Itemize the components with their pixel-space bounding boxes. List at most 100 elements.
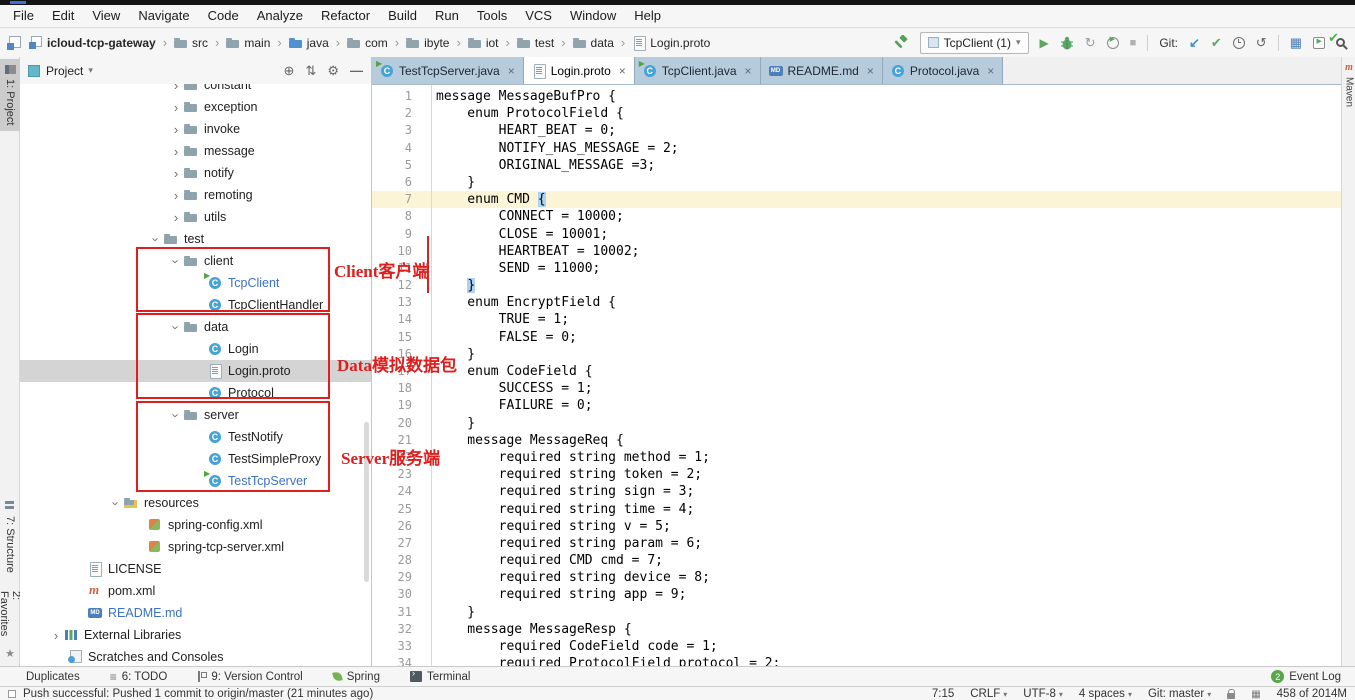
project-window-icon[interactable] [7, 36, 21, 50]
toolwindow-tab-structure[interactable]: 7: Structure [0, 495, 20, 579]
tree-item[interactable]: spring-tcp-server.xml [20, 536, 371, 558]
menu-item[interactable]: Refactor [312, 5, 379, 27]
code-line[interactable]: 17 enum CodeField { [372, 363, 1341, 380]
status-icon[interactable] [8, 690, 16, 698]
menu-item[interactable]: VCS [516, 5, 561, 27]
chevron-icon[interactable] [168, 84, 184, 93]
build-hammer-icon[interactable] [893, 35, 909, 51]
code-line[interactable]: 31 } [372, 604, 1341, 621]
breadcrumb-item[interactable]: Login.proto [614, 35, 710, 50]
chevron-icon[interactable] [168, 166, 184, 181]
breadcrumb-item[interactable]: java [270, 35, 328, 50]
code-line[interactable]: 3 HEART_BEAT = 0; [372, 122, 1341, 139]
code-line[interactable]: 32 message MessageResp { [372, 621, 1341, 638]
code-line[interactable]: 9 CLOSE = 10001; [372, 226, 1341, 243]
menu-item[interactable]: Help [625, 5, 670, 27]
close-icon[interactable]: × [508, 64, 515, 78]
rollback-icon[interactable]: ↺ [1256, 35, 1267, 51]
git-branch-widget[interactable]: Git: master▾ [1148, 688, 1211, 700]
code-line[interactable]: 29 required string device = 8; [372, 569, 1341, 586]
vcs-commit-icon[interactable]: ✔ [1211, 35, 1222, 51]
event-log-button[interactable]: 2 Event Log [1271, 670, 1355, 683]
toolwindow-tab-project[interactable]: 1: Project [0, 59, 20, 131]
code-line[interactable]: 30 required string app = 9; [372, 586, 1341, 603]
code-line[interactable]: 19 FAILURE = 0; [372, 397, 1341, 414]
code-line[interactable]: 25 required string time = 4; [372, 501, 1341, 518]
memory-grid-icon[interactable]: ▦ [1251, 689, 1260, 700]
chevron-icon[interactable] [148, 232, 164, 247]
code-line[interactable]: 22 required string method = 1; [372, 449, 1341, 466]
tree-item[interactable]: message [20, 140, 371, 162]
chevron-icon[interactable] [108, 496, 124, 511]
toolwindow-tab-favorites[interactable]: 2: Favorites ★ [0, 585, 20, 666]
tree-item[interactable]: spring-config.xml [20, 514, 371, 536]
menu-item[interactable]: Tools [468, 5, 516, 27]
code-line[interactable]: 27 required string param = 6; [372, 535, 1341, 552]
editor-tab[interactable]: TestTcpServer.java × [372, 57, 524, 84]
menu-item[interactable]: File [4, 5, 43, 27]
tree-item[interactable]: TestTcpServer [20, 470, 371, 492]
lock-icon[interactable] [1227, 693, 1235, 699]
breadcrumb-item[interactable]: com [329, 35, 388, 50]
run-button[interactable]: ▶ [1040, 35, 1049, 51]
menu-item[interactable]: Run [426, 5, 468, 27]
history-clock-icon[interactable] [1233, 37, 1245, 49]
tree-item[interactable]: LICENSE [20, 558, 371, 580]
breadcrumb-item[interactable]: test [499, 35, 555, 50]
toolwindow-button[interactable]: Terminal [410, 670, 470, 684]
stop-button[interactable]: ■ [1130, 35, 1137, 51]
editor-tab[interactable]: Protocol.java × [883, 57, 1003, 84]
code-line[interactable]: 11 SEND = 11000; [372, 260, 1341, 277]
code-line[interactable]: 34 required ProtocolField protocol = 2; [372, 655, 1341, 666]
close-icon[interactable]: × [745, 64, 752, 78]
tree-item[interactable]: README.md [20, 602, 371, 624]
editor-tab[interactable]: Login.proto × [524, 57, 635, 84]
project-structure-icon[interactable]: ▦ [1290, 35, 1302, 51]
code-line[interactable]: 10 HEARTBEAT = 10002; [372, 243, 1341, 260]
code-line[interactable]: 5 ORIGINAL_MESSAGE =3; [372, 157, 1341, 174]
code-line[interactable]: 21 message MessageReq { [372, 432, 1341, 449]
code-line[interactable]: 14 TRUE = 1; [372, 311, 1341, 328]
toolwindow-button[interactable]: 9: Version Control [197, 670, 302, 684]
chevron-icon[interactable] [168, 188, 184, 203]
line-ending-widget[interactable]: CRLF▾ [970, 688, 1007, 700]
code-line[interactable]: 15 FALSE = 0; [372, 329, 1341, 346]
editor-tab[interactable]: TcpClient.java × [635, 57, 761, 84]
chevron-icon[interactable] [168, 144, 184, 159]
menu-item[interactable]: Navigate [129, 5, 198, 27]
toolwindow-button[interactable]: Duplicates [26, 670, 80, 684]
code-line[interactable]: 26 required string v = 5; [372, 518, 1341, 535]
code-line[interactable]: 23 required string token = 2; [372, 466, 1341, 483]
code-line[interactable]: 7 enum CMD { [372, 191, 1341, 208]
tree-item[interactable]: exception [20, 96, 371, 118]
project-panel-title[interactable]: Project [46, 64, 83, 78]
chevron-icon[interactable] [48, 628, 64, 643]
tree-item[interactable]: test [20, 228, 371, 250]
close-icon[interactable]: × [987, 64, 994, 78]
run-with-coverage-icon[interactable]: ↻ [1085, 35, 1096, 51]
tree-item[interactable]: notify [20, 162, 371, 184]
tree-item[interactable]: pom.xml [20, 580, 371, 602]
tree-item[interactable]: TcpClient [20, 272, 371, 294]
breadcrumb-item[interactable]: data [554, 35, 614, 50]
close-icon[interactable]: × [619, 64, 626, 78]
close-icon[interactable]: × [867, 64, 874, 78]
menu-item[interactable]: Build [379, 5, 426, 27]
code-line[interactable]: 2 enum ProtocolField { [372, 105, 1341, 122]
chevron-icon[interactable] [168, 408, 184, 423]
tree-item[interactable]: data [20, 316, 371, 338]
chevron-icon[interactable] [168, 320, 184, 335]
breadcrumb-item[interactable]: src [156, 35, 208, 50]
tree-item[interactable]: remoting [20, 184, 371, 206]
tree-item[interactable]: Scratches and Consoles [20, 646, 371, 666]
code-line[interactable]: 1 message MessageBufPro { [372, 88, 1341, 105]
code-line[interactable]: 4 NOTIFY_HAS_MESSAGE = 2; [372, 140, 1341, 157]
tree-item[interactable]: Login.proto [20, 360, 371, 382]
code-line[interactable]: 18 SUCCESS = 1; [372, 380, 1341, 397]
tree-item[interactable]: invoke [20, 118, 371, 140]
chevron-icon[interactable] [168, 254, 184, 269]
chevron-icon[interactable] [168, 210, 184, 225]
menu-item[interactable]: Edit [43, 5, 83, 27]
settings-gear-icon[interactable]: ⚙ [327, 63, 339, 79]
toolwindow-tab-maven[interactable]: m Maven [1342, 62, 1355, 107]
